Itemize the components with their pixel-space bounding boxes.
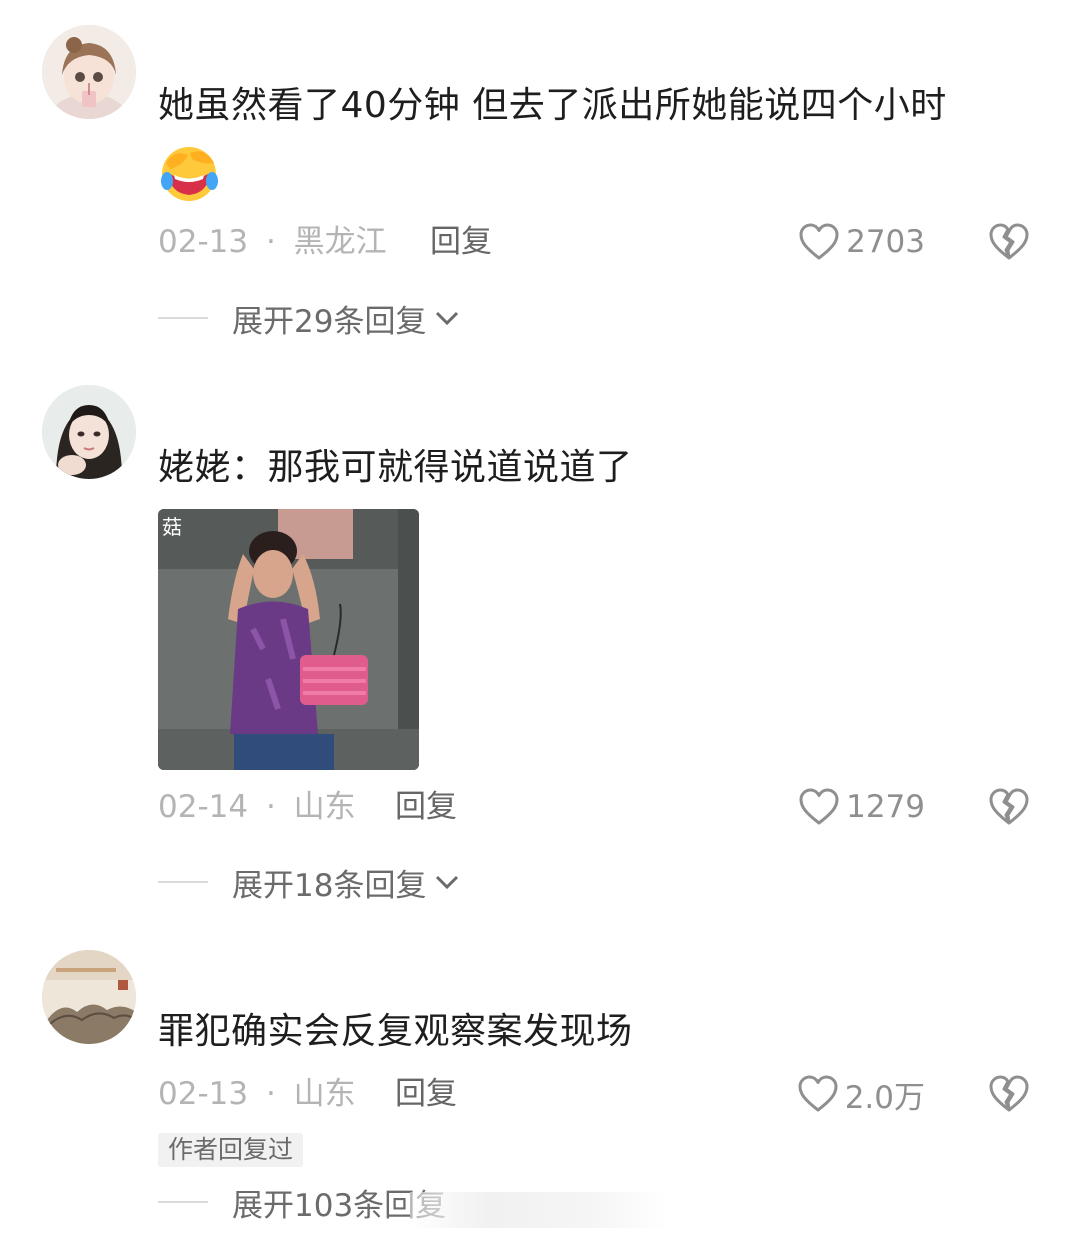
divider: [158, 1201, 208, 1203]
comment-meta: 02-14 · 山东: [158, 787, 356, 827]
comment-text: 她虽然看了40分钟 但去了派出所她能说四个小时: [158, 85, 947, 126]
heart-icon: [799, 223, 839, 260]
reply-button[interactable]: 回复: [395, 787, 457, 827]
comment-location: 黑龙江: [293, 224, 387, 260]
comment-image[interactable]: 菇: [158, 509, 419, 770]
meta-separator: ·: [265, 224, 276, 260]
like-button[interactable]: 2.0万: [797, 1072, 925, 1116]
laughing-crying-emoji-icon: [158, 141, 220, 203]
comment-location: 山东: [293, 789, 356, 825]
like-button[interactable]: 1279: [798, 785, 925, 829]
like-button[interactable]: 2703: [798, 220, 925, 264]
heart-icon: [798, 1075, 838, 1112]
author-replied-badge: 作者回复过: [158, 1133, 304, 1167]
reply-button[interactable]: 回复: [395, 1074, 457, 1114]
meta-separator: ·: [265, 1076, 276, 1112]
like-count: 1279: [846, 789, 925, 825]
chevron-down-icon: [436, 875, 459, 890]
watermark-overlay: [410, 1192, 670, 1228]
avatar[interactable]: [42, 385, 136, 479]
divider: [158, 881, 208, 883]
expand-replies-button[interactable]: 展开18条回复: [158, 862, 460, 904]
image-watermark: 菇: [162, 515, 182, 539]
comment-date: 02-13: [158, 1076, 249, 1112]
broken-heart-icon: [989, 788, 1029, 825]
comment-text: 罪犯确实会反复观察案发现场: [158, 1011, 633, 1052]
comment-meta: 02-13 · 山东: [158, 1074, 356, 1114]
reply-button[interactable]: 回复: [430, 222, 492, 262]
expand-replies-button[interactable]: 展开103条回复: [158, 1182, 446, 1224]
dislike-button[interactable]: [988, 222, 1030, 262]
broken-heart-icon: [989, 1075, 1029, 1112]
expand-replies-label: 展开29条回复: [232, 303, 427, 340]
meta-separator: ·: [265, 789, 276, 825]
comment-meta: 02-13 · 黑龙江: [158, 222, 387, 262]
dislike-button[interactable]: [988, 787, 1030, 827]
comment-text: 姥姥：那我可就得说道说道了: [158, 447, 633, 488]
expand-replies-button[interactable]: 展开29条回复: [158, 298, 460, 340]
like-count: 2.0万: [844, 1079, 925, 1116]
divider: [158, 317, 208, 319]
comment-date: 02-13: [158, 224, 249, 260]
broken-heart-icon: [989, 223, 1029, 260]
avatar[interactable]: [42, 950, 136, 1044]
expand-replies-label: 展开18条回复: [232, 867, 427, 904]
avatar[interactable]: [42, 25, 136, 119]
comment-location: 山东: [293, 1076, 356, 1112]
like-count: 2703: [846, 224, 925, 260]
heart-icon: [799, 788, 839, 825]
chevron-down-icon: [436, 311, 459, 326]
dislike-button[interactable]: [988, 1074, 1030, 1114]
comment-date: 02-14: [158, 789, 249, 825]
